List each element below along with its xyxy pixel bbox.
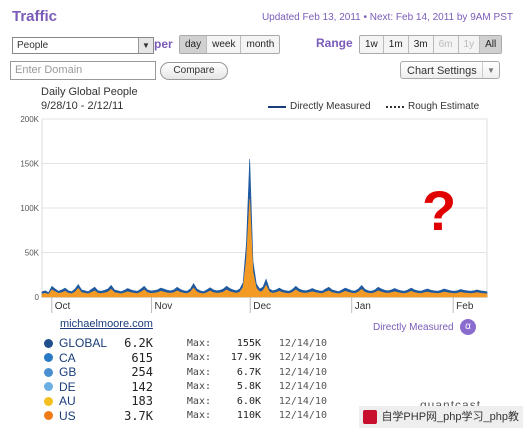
y-tick-label: 0 bbox=[35, 293, 40, 302]
country-code: DE bbox=[59, 379, 76, 394]
country-color-dot bbox=[44, 338, 53, 348]
country-row[interactable]: GB 254 Max: 6.7K 12/14/10 bbox=[44, 365, 327, 380]
traffic-chart: 200K 150K 100K 50K 0 Oct Nov Dec Jan Feb bbox=[20, 115, 488, 313]
max-label: Max: bbox=[186, 381, 211, 393]
alpha-badge-icon: α bbox=[460, 319, 476, 335]
max-date: 12/14/10 bbox=[278, 395, 327, 407]
max-value: 17.9K bbox=[230, 352, 261, 364]
country-code: AU bbox=[59, 394, 76, 409]
country-value: 183 bbox=[131, 394, 153, 409]
watermark-text: 自学PHP网_php学习_php教 bbox=[381, 411, 519, 423]
y-tick-label: 50K bbox=[25, 249, 40, 258]
x-tick-label: Oct bbox=[55, 301, 71, 312]
max-value: 6.7K bbox=[236, 366, 261, 378]
max-date: 12/14/10 bbox=[278, 410, 327, 422]
max-label: Max: bbox=[186, 366, 211, 378]
x-tick-label: Jan bbox=[355, 301, 371, 312]
y-tick-label: 150K bbox=[20, 160, 39, 169]
max-value: 155K bbox=[236, 337, 261, 349]
y-tick-label: 200K bbox=[20, 115, 39, 124]
max-label: Max: bbox=[186, 410, 211, 422]
country-row[interactable]: GLOBAL 6.2K Max: 155K 12/14/10 bbox=[44, 336, 327, 351]
country-row[interactable]: AU 183 Max: 6.0K 12/14/10 bbox=[44, 394, 327, 409]
max-value: 5.8K bbox=[236, 381, 261, 393]
max-value: 6.0K bbox=[236, 395, 261, 407]
country-row[interactable]: DE 142 Max: 5.8K 12/14/10 bbox=[44, 380, 327, 395]
country-color-dot bbox=[44, 353, 53, 363]
country-color-dot bbox=[44, 396, 53, 406]
watermark-logo-icon bbox=[363, 410, 378, 424]
watermark: 自学PHP网_php学习_php教 bbox=[359, 406, 523, 428]
max-date: 12/14/10 bbox=[278, 381, 327, 393]
series-area-us bbox=[41, 199, 488, 298]
country-color-dot bbox=[44, 382, 53, 392]
country-code: GB bbox=[59, 365, 77, 380]
max-date: 12/14/10 bbox=[278, 352, 327, 364]
max-label: Max: bbox=[186, 352, 211, 364]
max-label: Max: bbox=[186, 337, 211, 349]
country-color-dot bbox=[44, 411, 53, 421]
x-tick-label: Nov bbox=[154, 301, 172, 312]
country-row[interactable]: US 3.7K Max: 110K 12/14/10 bbox=[44, 409, 327, 424]
country-code: US bbox=[59, 408, 76, 423]
max-date: 12/14/10 bbox=[278, 366, 327, 378]
country-stats-list: GLOBAL 6.2K Max: 155K 12/14/10 CA 615 Max: 17.9K… bbox=[44, 336, 327, 423]
max-label: Max: bbox=[186, 395, 211, 407]
country-code: CA bbox=[59, 350, 76, 365]
country-value: 615 bbox=[131, 350, 153, 365]
max-date: 12/14/10 bbox=[278, 337, 327, 349]
country-value: 6.2K bbox=[124, 336, 153, 351]
series-area-global bbox=[41, 158, 488, 298]
country-color-dot bbox=[44, 367, 53, 377]
country-code: GLOBAL bbox=[59, 336, 108, 351]
x-tick-label: Feb bbox=[456, 301, 474, 312]
country-value: 142 bbox=[131, 379, 153, 394]
x-tick-label: Dec bbox=[253, 301, 271, 312]
directly-measured-label: Directly Measured bbox=[373, 322, 454, 333]
country-row[interactable]: CA 615 Max: 17.9K 12/14/10 bbox=[44, 351, 327, 366]
question-mark-annotation: ? bbox=[422, 179, 457, 242]
max-value: 110K bbox=[236, 410, 261, 422]
country-value: 3.7K bbox=[124, 408, 153, 423]
y-tick-label: 100K bbox=[20, 204, 39, 213]
country-value: 254 bbox=[131, 365, 153, 380]
site-link[interactable]: michaelmoore.com bbox=[60, 318, 153, 330]
